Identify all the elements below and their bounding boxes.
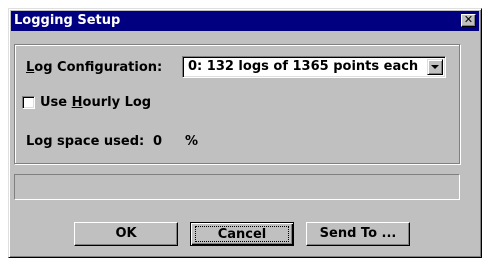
close-icon: ✕ [463,13,474,26]
log-space-used-unit: % [185,134,199,149]
log-configuration-label: Log Configuration: [26,60,163,75]
log-configuration-select[interactable]: 0: 132 logs of 1365 points each [182,56,446,78]
ok-button[interactable]: OK [74,222,178,246]
status-field [14,174,460,200]
title-bar[interactable]: Logging Setup ✕ [11,11,479,31]
use-hourly-log-label[interactable]: Use Hourly Log [40,95,151,110]
focus-rectangle: Cancel [195,226,289,242]
use-hourly-log-checkbox[interactable] [22,96,35,109]
dialog-title: Logging Setup [14,13,121,28]
chevron-down-icon[interactable] [427,59,443,75]
close-button[interactable]: ✕ [461,14,476,27]
send-to-button[interactable]: Send To ... [306,222,410,246]
log-space-used-value: 0 [153,134,163,149]
log-configuration-value: 0: 132 logs of 1365 points each [188,59,419,74]
log-space-used-label: Log space used: [26,134,145,149]
cancel-button[interactable]: Cancel [190,222,294,246]
